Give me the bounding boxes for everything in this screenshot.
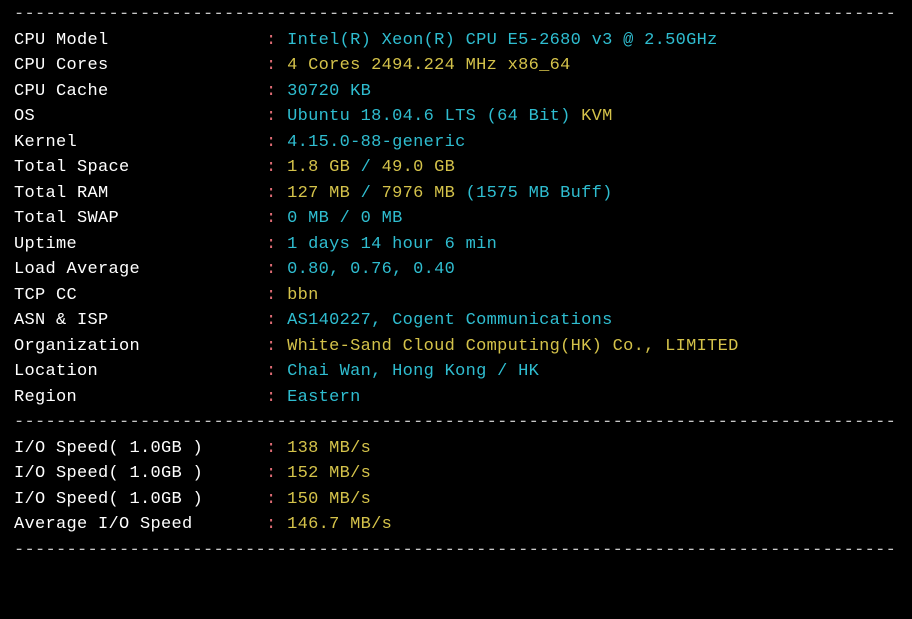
info-label: CPU Cores — [14, 56, 266, 75]
info-value: (1575 MB Buff) — [466, 184, 613, 203]
divider-mid: ----------------------------------------… — [14, 410, 898, 436]
info-row: Region : Eastern — [14, 385, 898, 411]
info-label: Total SWAP — [14, 209, 266, 228]
info-row: Organization : White-Sand Cloud Computin… — [14, 334, 898, 360]
info-value: Eastern — [287, 388, 361, 407]
info-label: OS — [14, 107, 266, 126]
io-block: I/O Speed( 1.0GB ) : 138 MB/sI/O Speed( … — [14, 436, 898, 538]
colon-separator: : — [266, 158, 277, 177]
io-label: I/O Speed( 1.0GB ) — [14, 464, 266, 483]
info-row: ASN & ISP : AS140227, Cogent Communicati… — [14, 308, 898, 334]
info-row: Kernel : 4.15.0-88-generic — [14, 130, 898, 156]
info-label: TCP CC — [14, 286, 266, 305]
sysinfo-block: CPU Model : Intel(R) Xeon(R) CPU E5-2680… — [14, 28, 898, 411]
colon-separator: : — [266, 311, 277, 330]
colon-separator: : — [266, 184, 277, 203]
info-value: Intel(R) Xeon(R) CPU E5-2680 v3 @ 2.50GH… — [287, 31, 718, 50]
info-row: CPU Cores : 4 Cores 2494.224 MHz x86_64 — [14, 53, 898, 79]
info-label: CPU Cache — [14, 82, 266, 101]
info-value: 4.15.0-88-generic — [287, 133, 466, 152]
info-value: 1.8 GB — [287, 158, 361, 177]
io-row: I/O Speed( 1.0GB ) : 138 MB/s — [14, 436, 898, 462]
io-value: 146.7 MB/s — [287, 515, 392, 534]
colon-separator: : — [266, 31, 277, 50]
info-row: OS : Ubuntu 18.04.6 LTS (64 Bit) KVM — [14, 104, 898, 130]
info-value: bbn — [287, 286, 319, 305]
info-value: 30720 KB — [287, 82, 371, 101]
info-label: Region — [14, 388, 266, 407]
colon-separator: : — [266, 56, 277, 75]
colon-separator: : — [266, 286, 277, 305]
colon-separator: : — [266, 209, 277, 228]
divider-top: ----------------------------------------… — [14, 2, 898, 28]
info-label: Uptime — [14, 235, 266, 254]
divider-bottom: ----------------------------------------… — [14, 538, 898, 564]
info-row: Location : Chai Wan, Hong Kong / HK — [14, 359, 898, 385]
info-value: 49.0 GB — [382, 158, 456, 177]
info-row: TCP CC : bbn — [14, 283, 898, 309]
colon-separator: : — [266, 515, 277, 534]
info-value: Ubuntu 18.04.6 LTS (64 Bit) — [287, 107, 581, 126]
info-row: Uptime : 1 days 14 hour 6 min — [14, 232, 898, 258]
colon-separator: : — [266, 337, 277, 356]
io-label: I/O Speed( 1.0GB ) — [14, 439, 266, 458]
info-value: AS140227, Cogent Communications — [287, 311, 613, 330]
info-label: ASN & ISP — [14, 311, 266, 330]
info-row: Total SWAP : 0 MB / 0 MB — [14, 206, 898, 232]
io-value: 138 MB/s — [287, 439, 371, 458]
info-value: 127 MB — [287, 184, 361, 203]
io-row: I/O Speed( 1.0GB ) : 150 MB/s — [14, 487, 898, 513]
info-value: 0.80, 0.76, 0.40 — [287, 260, 455, 279]
colon-separator: : — [266, 133, 277, 152]
info-row: CPU Model : Intel(R) Xeon(R) CPU E5-2680… — [14, 28, 898, 54]
io-label: I/O Speed( 1.0GB ) — [14, 490, 266, 509]
colon-separator: : — [266, 107, 277, 126]
info-value: KVM — [581, 107, 613, 126]
colon-separator: : — [266, 388, 277, 407]
info-value: Chai Wan, Hong Kong / HK — [287, 362, 539, 381]
info-value: 4 Cores 2494.224 MHz x86_64 — [287, 56, 571, 75]
info-value: White-Sand Cloud Computing(HK) Co., LIMI… — [287, 337, 739, 356]
info-label: Organization — [14, 337, 266, 356]
info-value: 7976 MB — [382, 184, 466, 203]
info-label: Total RAM — [14, 184, 266, 203]
colon-separator: : — [266, 260, 277, 279]
info-value: 0 MB / 0 MB — [287, 209, 403, 228]
info-value: / — [361, 184, 382, 203]
info-label: Location — [14, 362, 266, 381]
colon-separator: : — [266, 490, 277, 509]
colon-separator: : — [266, 82, 277, 101]
io-row: I/O Speed( 1.0GB ) : 152 MB/s — [14, 461, 898, 487]
io-row: Average I/O Speed : 146.7 MB/s — [14, 512, 898, 538]
colon-separator: : — [266, 464, 277, 483]
io-value: 152 MB/s — [287, 464, 371, 483]
info-row: Total RAM : 127 MB / 7976 MB (1575 MB Bu… — [14, 181, 898, 207]
info-row: Load Average : 0.80, 0.76, 0.40 — [14, 257, 898, 283]
info-row: Total Space : 1.8 GB / 49.0 GB — [14, 155, 898, 181]
info-row: CPU Cache : 30720 KB — [14, 79, 898, 105]
info-value: 1 days 14 hour 6 min — [287, 235, 497, 254]
info-label: Total Space — [14, 158, 266, 177]
io-label: Average I/O Speed — [14, 515, 266, 534]
info-label: Kernel — [14, 133, 266, 152]
info-value: / — [361, 158, 382, 177]
colon-separator: : — [266, 362, 277, 381]
info-label: Load Average — [14, 260, 266, 279]
colon-separator: : — [266, 235, 277, 254]
colon-separator: : — [266, 439, 277, 458]
info-label: CPU Model — [14, 31, 266, 50]
io-value: 150 MB/s — [287, 490, 371, 509]
terminal-output: ----------------------------------------… — [0, 0, 912, 565]
